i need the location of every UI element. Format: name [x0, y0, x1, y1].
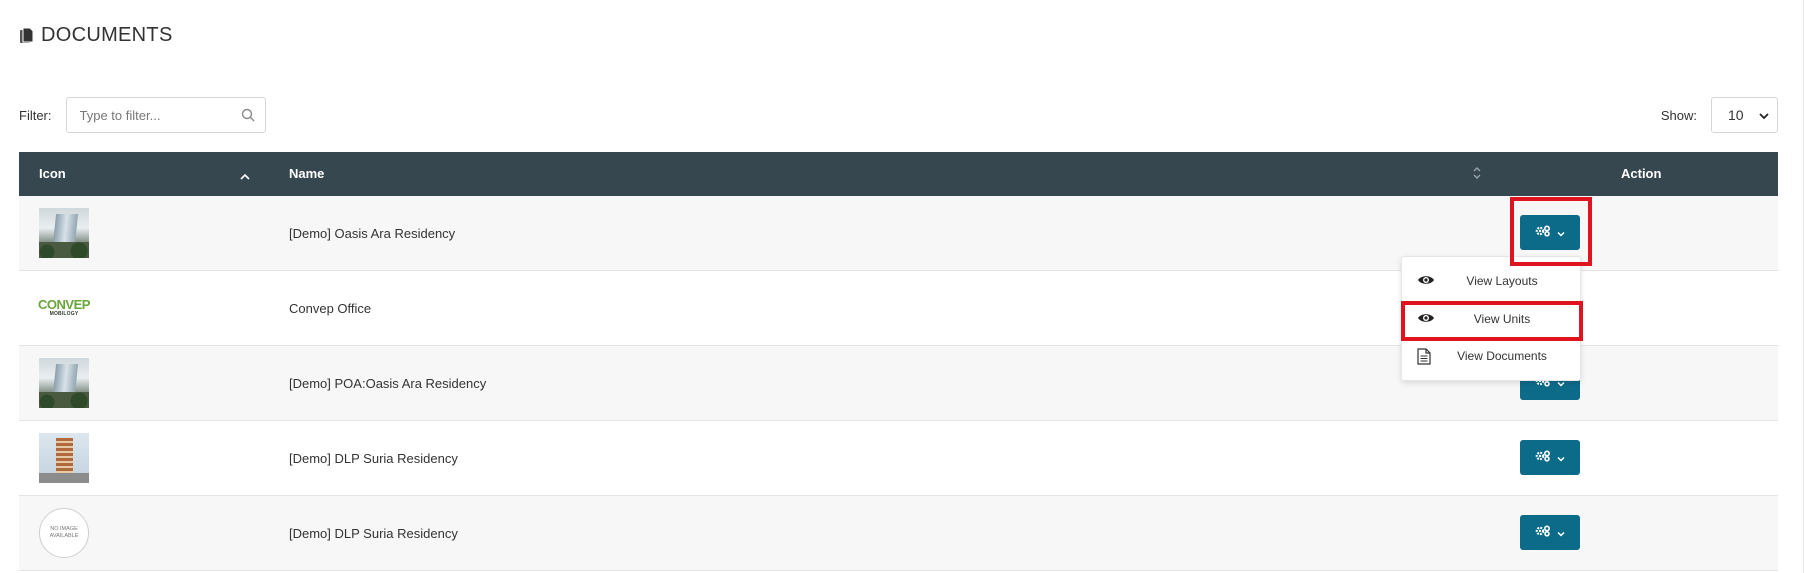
row-name: [Demo] DLP Suria Residency [289, 526, 458, 541]
row-name: [Demo] Oasis Ara Residency [289, 226, 456, 241]
no-image-subtext: AVAILABLE [49, 533, 79, 539]
filter-box [65, 97, 266, 133]
show-label: Show: [1660, 107, 1697, 123]
table-header: Icon Name Action [19, 152, 1778, 196]
chevron-down-icon [1557, 449, 1565, 467]
logo-text: CONVEP [38, 297, 90, 312]
page-size-value: 10 [1728, 107, 1744, 123]
chevron-down-icon [1759, 107, 1769, 123]
highlight-action-button [1510, 197, 1592, 266]
column-header-icon[interactable]: Icon [39, 152, 66, 196]
page-title: DOCUMENTS [19, 24, 173, 47]
action-button[interactable] [1520, 440, 1580, 475]
convep-logo-thumbnail: CONVEP MOBILOGY [38, 283, 90, 333]
menu-item-view-documents[interactable]: View Documents [1402, 337, 1582, 374]
gears-icon [1535, 449, 1551, 467]
no-image-text: NO IMAGE [50, 526, 78, 532]
logo-subtext: MOBILOGY [49, 311, 79, 317]
row-name: [Demo] POA:Oasis Ara Residency [289, 376, 487, 391]
table-row: [Demo] DLP Suria Residency [19, 421, 1778, 496]
row-name: Convep Office [289, 301, 372, 316]
menu-item-view-layouts[interactable]: View Layouts [1402, 262, 1582, 299]
page-title-text: DOCUMENTS [41, 24, 173, 46]
row-name: [Demo] DLP Suria Residency [289, 451, 458, 466]
action-button[interactable] [1520, 515, 1580, 550]
sort-ascending-icon[interactable] [240, 169, 250, 184]
building-thumbnail [39, 358, 89, 408]
chevron-down-icon [1557, 524, 1565, 542]
highlight-view-units [1401, 301, 1583, 341]
column-header-action: Action [1621, 166, 1662, 181]
gears-icon [1535, 524, 1551, 542]
sort-both-icon[interactable] [1472, 165, 1482, 184]
filter-row: Filter: [19, 97, 266, 133]
column-header-name[interactable]: Name [289, 152, 324, 196]
page-size-select[interactable]: 10 [1711, 97, 1778, 133]
building-thumbnail [39, 208, 89, 258]
tower-thumbnail [39, 433, 89, 483]
filter-label: Filter: [19, 107, 52, 123]
no-image-thumbnail: NO IMAGE AVAILABLE [39, 508, 89, 558]
table-row: NO IMAGE AVAILABLE [Demo] DLP Suria Resi… [19, 496, 1778, 571]
show-row: Show: 10 [1661, 97, 1778, 133]
documents-icon [19, 27, 35, 45]
search-icon[interactable] [241, 108, 255, 127]
menu-item-label: View Layouts [1466, 273, 1538, 288]
filter-input[interactable] [66, 98, 265, 132]
menu-item-label: View Documents [1457, 348, 1547, 363]
